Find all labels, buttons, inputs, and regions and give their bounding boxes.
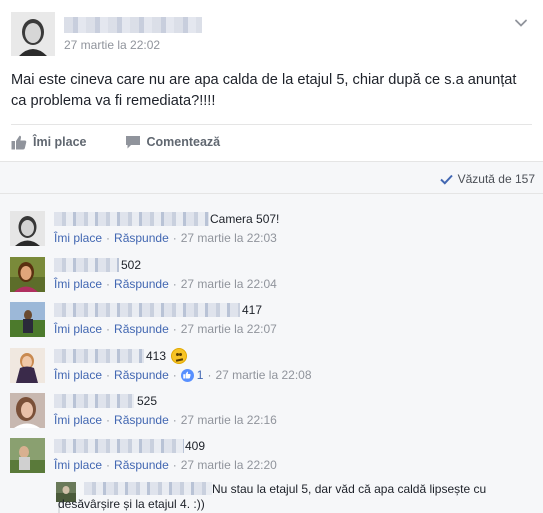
thumbs-up-icon	[11, 135, 27, 149]
reply-body: Nu stau la etajul 5, dar văd că apa cald…	[58, 482, 528, 512]
checkmark-icon	[439, 174, 453, 185]
comment-like-link[interactable]: Îmi place	[54, 277, 102, 291]
comment-like-link[interactable]: Îmi place	[54, 322, 102, 336]
separator-dot: ·	[106, 277, 111, 291]
post-timestamp[interactable]: 27 martie la 22:02	[64, 38, 160, 52]
comment-text: Camera 507!	[210, 212, 280, 226]
comment-icon	[125, 135, 140, 148]
like-reaction-icon	[180, 368, 194, 382]
separator-dot: ·	[172, 231, 177, 245]
comment-text: 417	[242, 303, 263, 317]
separator-dot: ·	[172, 368, 177, 382]
comment-body: 409	[54, 438, 205, 454]
commenter-avatar[interactable]	[10, 393, 45, 428]
comment-reply-link[interactable]: Răspunde	[114, 231, 169, 245]
comment-text: 409	[185, 439, 206, 453]
comment-like-link[interactable]: Îmi place	[54, 458, 102, 472]
comment-button-label: Comentează	[146, 135, 221, 149]
comment-reply-link[interactable]: Răspunde	[114, 368, 169, 382]
post-body-text: Mai este cineva care nu are apa calda de…	[11, 72, 517, 109]
like-button-label: Îmi place	[33, 135, 87, 149]
post-header: 27 martie la 22:02	[11, 12, 536, 60]
author-name-redacted[interactable]	[64, 17, 202, 33]
commenter-name-redacted[interactable]	[54, 439, 184, 453]
comment-body: 417	[54, 302, 262, 318]
seen-by[interactable]: Văzută de 157	[439, 172, 535, 186]
comment-meta: Îmi place · Răspunde · 27 martie la 22:1…	[54, 413, 277, 427]
separator-dot: ·	[106, 231, 111, 245]
comment-meta: Îmi place · Răspunde · 27 martie la 22:2…	[54, 458, 277, 472]
separator-dot: ·	[106, 368, 111, 382]
separator-dot: ·	[172, 458, 177, 472]
comment-text: 525	[137, 394, 158, 408]
commenter-name-redacted[interactable]	[54, 212, 209, 226]
replier-name-redacted[interactable]	[84, 482, 212, 495]
comment-timestamp[interactable]: 27 martie la 22:16	[181, 413, 277, 427]
commenter-avatar[interactable]	[10, 257, 45, 292]
reaction-count-label: 1	[196, 368, 204, 382]
separator-dot: ·	[207, 368, 212, 382]
divider	[11, 124, 532, 125]
commenter-avatar[interactable]	[10, 348, 45, 383]
separator-dot: ·	[106, 322, 111, 336]
commenter-name-redacted[interactable]	[54, 303, 240, 317]
facebook-post: 27 martie la 22:02 Mai este cineva care …	[0, 0, 543, 513]
chevron-down-icon[interactable]	[514, 16, 528, 30]
reaction-count[interactable]: 1	[180, 368, 204, 382]
comment-reply-link[interactable]: Răspunde	[114, 458, 169, 472]
separator-dot: ·	[172, 277, 177, 291]
separator-dot: ·	[106, 458, 111, 472]
separator-dot: ·	[172, 413, 177, 427]
comment-text: 413	[146, 349, 167, 363]
commenter-avatar[interactable]	[10, 211, 45, 246]
divider	[0, 193, 543, 194]
commenter-name-redacted[interactable]	[54, 258, 119, 272]
comment-like-link[interactable]: Îmi place	[54, 413, 102, 427]
comment-timestamp[interactable]: 27 martie la 22:20	[181, 458, 277, 472]
comment-reply-link[interactable]: Răspunde	[114, 413, 169, 427]
comment-like-link[interactable]: Îmi place	[54, 231, 102, 245]
comment-meta: Îmi place · Răspunde · 1 · 27 martie la …	[54, 368, 312, 382]
like-button[interactable]: Îmi place	[11, 135, 87, 150]
comment-button[interactable]: Comentează	[125, 135, 221, 150]
comment-meta: Îmi place · Răspunde · 27 martie la 22:0…	[54, 322, 277, 336]
confused-emoji-icon	[171, 348, 188, 364]
comment-timestamp[interactable]: 27 martie la 22:03	[181, 231, 277, 245]
comment-meta: Îmi place · Răspunde · 27 martie la 22:0…	[54, 277, 277, 291]
seen-by-label: Văzută de 157	[457, 172, 535, 186]
comment-meta: Îmi place · Răspunde · 27 martie la 22:0…	[54, 231, 277, 245]
comment-timestamp[interactable]: 27 martie la 22:07	[181, 322, 277, 336]
separator-dot: ·	[172, 322, 177, 336]
comment-body: 502	[54, 257, 141, 273]
commenter-name-redacted[interactable]	[54, 349, 144, 363]
commenter-avatar[interactable]	[10, 302, 45, 337]
post-actions: Îmi place Comentează	[11, 132, 258, 152]
comments-section: Văzută de 157 Camera 507! Îmi place · Ră…	[0, 161, 543, 513]
separator-dot: ·	[106, 413, 111, 427]
comment-timestamp[interactable]: 27 martie la 22:04	[181, 277, 277, 291]
comment-body: 525	[54, 393, 157, 409]
comment-reply-link[interactable]: Răspunde	[114, 277, 169, 291]
comment-body: Camera 507!	[54, 211, 279, 227]
comment-reply-link[interactable]: Răspunde	[114, 322, 169, 336]
commenter-avatar[interactable]	[10, 438, 45, 473]
comment-body: 413	[54, 348, 188, 364]
comment-timestamp[interactable]: 27 martie la 22:08	[215, 368, 311, 382]
commenter-name-redacted[interactable]	[54, 394, 134, 408]
comment-like-link[interactable]: Îmi place	[54, 368, 102, 382]
author-avatar[interactable]	[11, 12, 55, 56]
comment-text: 502	[121, 258, 142, 272]
